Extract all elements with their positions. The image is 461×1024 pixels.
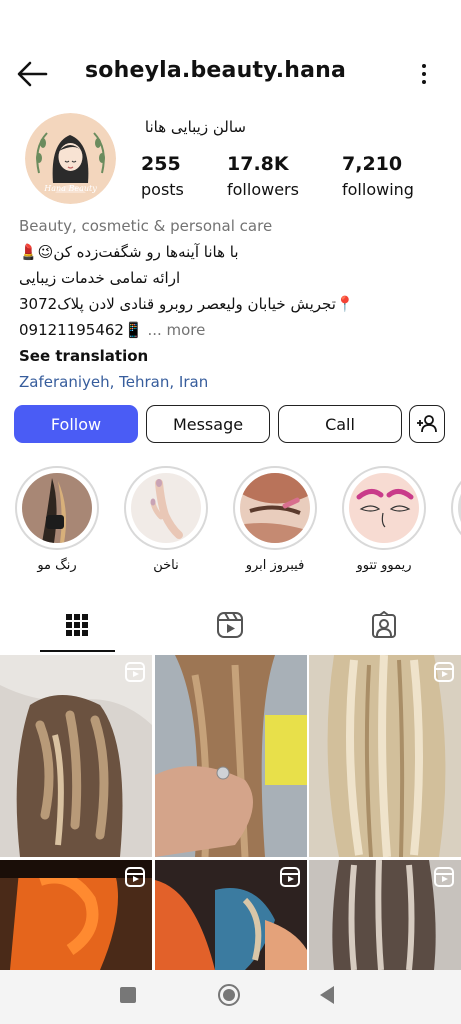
home-icon[interactable] xyxy=(218,984,240,1006)
highlight-label: رنگ مو xyxy=(37,558,77,573)
grid-post[interactable] xyxy=(309,655,461,857)
follow-button[interactable]: Follow xyxy=(14,405,138,443)
posts-label: posts xyxy=(141,180,184,199)
system-back-icon[interactable] xyxy=(320,986,334,1004)
highlight-tattoo-removal[interactable]: ریموو تتوو xyxy=(342,466,426,573)
back-arrow-icon[interactable] xyxy=(16,60,48,88)
highlight-cover-image xyxy=(240,473,310,543)
avatar[interactable]: Hana Beauty xyxy=(25,113,116,204)
followers-stat[interactable]: 17.8K followers xyxy=(227,152,299,202)
profile-header: soheyla.beauty.hana xyxy=(0,52,461,96)
highlight-label: فیبروز ابرو xyxy=(245,558,305,573)
reel-icon xyxy=(434,867,454,887)
highlight-partial[interactable] xyxy=(451,466,461,550)
following-stat[interactable]: 7,210 following xyxy=(342,152,414,202)
recent-apps-icon[interactable] xyxy=(120,987,136,1003)
reel-icon xyxy=(280,867,300,887)
posts-grid xyxy=(0,655,461,970)
bio-line-4: 09121195462📱 ... more xyxy=(19,317,449,343)
tab-tagged[interactable] xyxy=(369,610,399,640)
reel-icon xyxy=(125,867,145,887)
highlight-cover-image xyxy=(22,473,92,543)
grid-icon xyxy=(66,614,88,636)
profile-username: soheyla.beauty.hana xyxy=(85,58,347,83)
call-button[interactable]: Call xyxy=(278,405,402,443)
followers-count: 17.8K xyxy=(227,153,289,175)
grid-post[interactable] xyxy=(0,860,152,970)
add-person-icon xyxy=(417,415,437,433)
suggested-accounts-button[interactable] xyxy=(409,405,445,443)
grid-post[interactable] xyxy=(155,655,307,857)
bio-phone: 09121195462📱 xyxy=(19,321,143,339)
posts-stat[interactable]: 255 posts xyxy=(141,152,184,202)
highlight-label: ریموو تتوو xyxy=(356,558,412,573)
tab-posts[interactable] xyxy=(62,610,92,640)
see-translation-link[interactable]: See translation xyxy=(19,343,449,369)
location-link[interactable]: Zaferaniyeh, Tehran, Iran xyxy=(19,369,449,395)
highlight-cover-image xyxy=(349,473,419,543)
following-count: 7,210 xyxy=(342,153,403,175)
bio-more-link[interactable]: ... more xyxy=(147,321,205,339)
highlight-label: ناخن xyxy=(153,558,179,573)
profile-bio: Beauty, cosmetic & personal care با هانا… xyxy=(19,213,449,395)
highlight-hair-color[interactable]: رنگ مو xyxy=(15,466,99,573)
grid-post[interactable] xyxy=(0,655,152,857)
profile-category: Beauty, cosmetic & personal care xyxy=(19,217,273,235)
bio-line-1: با هانا آینه‌ها رو شگفت‌زده کن😉💄 xyxy=(19,243,239,261)
grid-post[interactable] xyxy=(309,860,461,970)
avatar-logo-text: Hana Beauty xyxy=(43,184,97,193)
more-options-icon[interactable] xyxy=(412,60,436,88)
system-navigation-bar xyxy=(0,970,461,1024)
reel-icon xyxy=(434,662,454,682)
reel-icon xyxy=(125,662,145,682)
display-name: سالن زیبایی هانا xyxy=(144,118,246,136)
highlight-cover-image xyxy=(131,473,201,543)
posts-count: 255 xyxy=(141,153,181,175)
active-tab-indicator xyxy=(40,650,115,652)
bio-line-3: 📍تجریش خیابان ولیعصر روبرو قنادی لادن پل… xyxy=(19,295,355,313)
reels-icon xyxy=(217,612,243,638)
tagged-person-icon xyxy=(372,611,396,638)
message-button[interactable]: Message xyxy=(146,405,270,443)
followers-label: followers xyxy=(227,180,299,199)
grid-post[interactable] xyxy=(155,860,307,970)
profile-tabs xyxy=(0,604,461,652)
highlight-brow-fibrosis[interactable]: فیبروز ابرو xyxy=(233,466,317,573)
tab-reels[interactable] xyxy=(215,610,245,640)
highlight-nails[interactable]: ناخن xyxy=(124,466,208,573)
bio-line-2: ارائه تمامی خدمات زیبایی xyxy=(19,269,181,287)
following-label: following xyxy=(342,180,414,199)
